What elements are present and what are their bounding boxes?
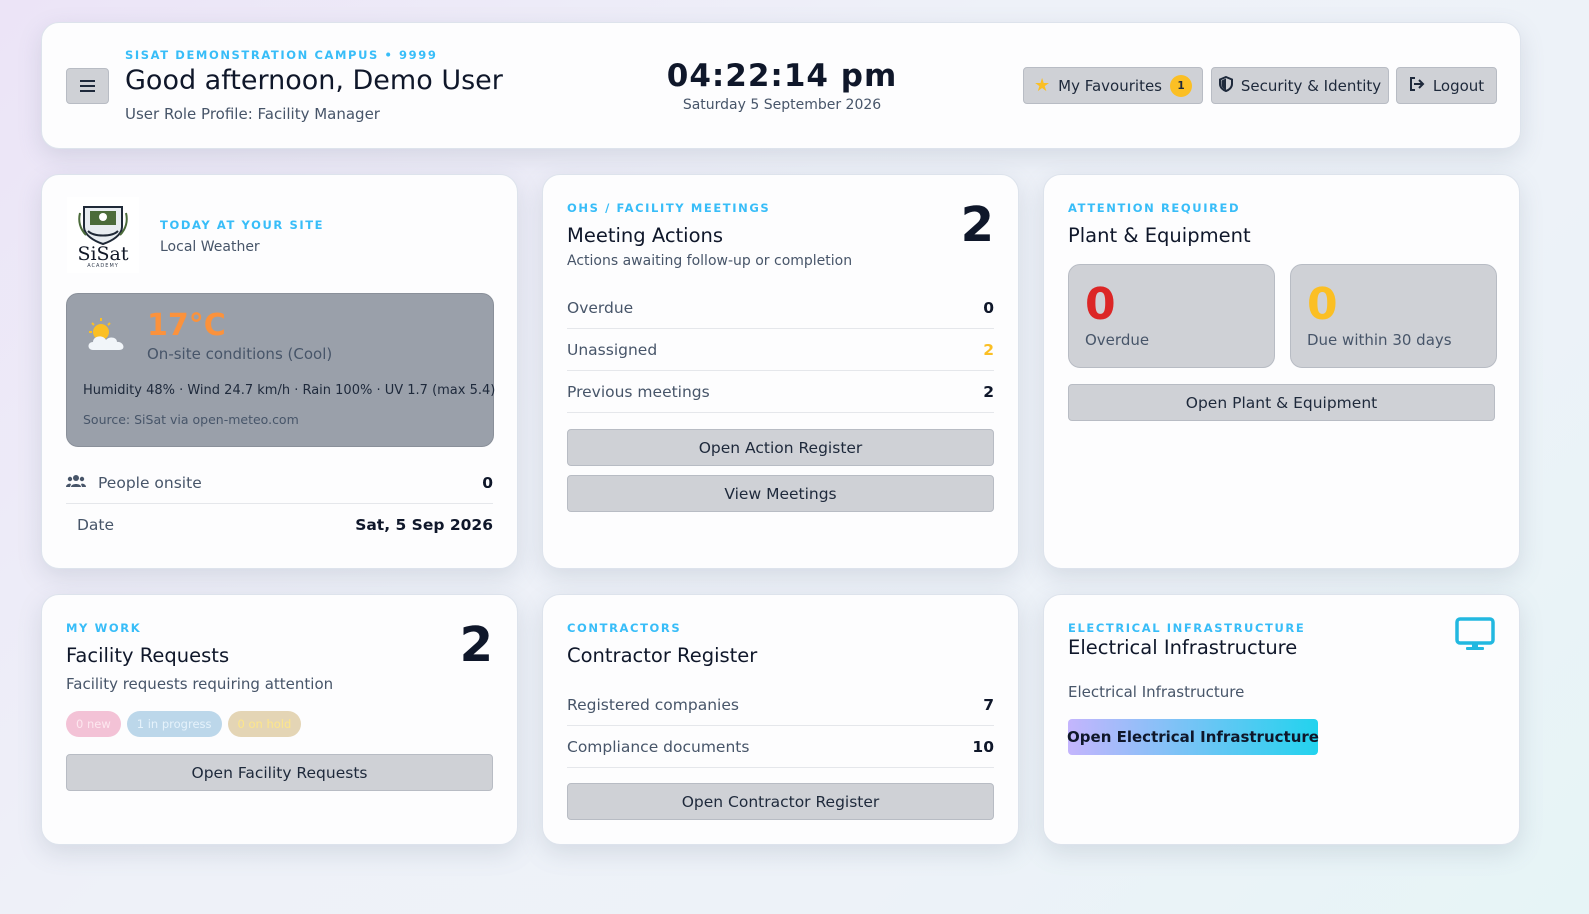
meeting-row-unassigned: Unassigned 2 (567, 329, 994, 371)
logout-icon (1409, 76, 1425, 95)
plant-title: Plant & Equipment (1068, 224, 1251, 247)
security-label: Security & Identity (1240, 76, 1382, 95)
plant-card: ATTENTION REQUIRED Plant & Equipment 0 O… (1043, 174, 1520, 569)
weather-condition: On-site conditions (Cool) (147, 345, 333, 363)
greeting-title: Good afternoon, Demo User (125, 65, 503, 96)
meetings-card: OHS / FACILITY MEETINGS Meeting Actions … (542, 174, 1019, 569)
partly-cloudy-icon (83, 316, 131, 360)
meeting-row-overdue: Overdue 0 (567, 287, 994, 329)
open-facility-requests-button[interactable]: Open Facility Requests (66, 754, 493, 791)
clock-date: Saturday 5 September 2026 (682, 97, 882, 113)
electrical-eyebrow: ELECTRICAL INFRASTRUCTURE (1068, 621, 1306, 635)
meetings-subtitle: Actions awaiting follow-up or completion (567, 253, 853, 269)
plant-eyebrow: ATTENTION REQUIRED (1068, 201, 1241, 215)
requests-card: MY WORK Facility Requests Facility reque… (41, 594, 518, 845)
plant-overdue-label: Overdue (1085, 331, 1150, 349)
people-onsite-label: People onsite (98, 473, 202, 492)
people-onsite-row: People onsite 0 (66, 462, 493, 504)
pill-in-progress[interactable]: 1 in progress (126, 711, 222, 737)
logout-label: Logout (1432, 76, 1485, 95)
contractor-row-companies: Registered companies 7 (567, 684, 994, 726)
weather-details: Humidity 48% · Wind 24.7 km/h · Rain 100… (83, 383, 496, 398)
logo-wordmark: SiSat (77, 243, 129, 265)
contractor-row-documents: Compliance documents 10 (567, 726, 994, 768)
contractors-card: CONTRACTORS Contractor Register Register… (542, 594, 1019, 845)
date-row: Date Sat, 5 Sep 2026 (66, 504, 493, 546)
pill-new[interactable]: 0 new (66, 711, 121, 737)
security-identity-button[interactable]: Security & Identity (1211, 67, 1389, 104)
role-profile: User Role Profile: Facility Manager (125, 105, 380, 123)
date-label: Date (77, 516, 115, 534)
site-card: SiSat ACADEMY TODAY AT YOUR SITE Local W… (41, 174, 518, 569)
plant-overdue-value: 0 (1085, 279, 1116, 330)
open-contractor-register-button[interactable]: Open Contractor Register (567, 783, 994, 820)
sisat-logo: SiSat ACADEMY (67, 197, 139, 273)
shield-icon (1218, 75, 1233, 96)
requests-subtitle: Facility requests requiring attention (66, 675, 334, 693)
favourites-count-badge: 1 (1170, 74, 1192, 97)
logout-button[interactable]: Logout (1396, 67, 1497, 104)
monitor-icon (1455, 617, 1495, 655)
clock-time: 04:22:14 pm (666, 58, 898, 94)
meeting-row-previous: Previous meetings 2 (567, 371, 994, 413)
weather-panel: 17°C On-site conditions (Cool) Humidity … (66, 293, 496, 447)
star-icon: ★ (1034, 75, 1051, 96)
weather-temp: 17°C (147, 308, 226, 343)
contractors-eyebrow: CONTRACTORS (567, 621, 682, 635)
favourites-label: My Favourites (1058, 76, 1162, 95)
electrical-card: ELECTRICAL INFRASTRUCTURE Electrical Inf… (1043, 594, 1520, 845)
requests-eyebrow: MY WORK (66, 621, 142, 635)
status-pills: 0 new 1 in progress 0 on hold (66, 711, 307, 737)
hamburger-icon (80, 80, 95, 92)
electrical-subtitle: Electrical Infrastructure (1068, 683, 1245, 701)
open-plant-equipment-button[interactable]: Open Plant & Equipment (1068, 384, 1495, 421)
open-action-register-button[interactable]: Open Action Register (567, 429, 994, 466)
header-card: SISAT DEMONSTRATION CAMPUS • 9999 Good a… (41, 22, 1521, 149)
meetings-title: Meeting Actions (567, 224, 724, 247)
meetings-count: 2 (960, 197, 994, 253)
users-icon (66, 474, 86, 492)
date-value: Sat, 5 Sep 2026 (355, 516, 493, 534)
site-eyebrow: TODAY AT YOUR SITE (160, 218, 325, 232)
plant-overdue-tile: 0 Overdue (1068, 264, 1275, 368)
requests-count: 2 (459, 617, 493, 673)
favourites-button[interactable]: ★ My Favourites 1 (1023, 67, 1203, 104)
pill-on-hold[interactable]: 0 on hold (227, 711, 302, 737)
weather-source: Source: SiSat via open-meteo.com (83, 412, 299, 427)
electrical-title: Electrical Infrastructure (1068, 636, 1298, 659)
meetings-eyebrow: OHS / FACILITY MEETINGS (567, 201, 771, 215)
menu-button[interactable] (66, 68, 109, 104)
plant-due-label: Due within 30 days (1307, 331, 1452, 349)
site-subtitle: Local Weather (160, 239, 260, 255)
contractors-title: Contractor Register (567, 644, 758, 667)
requests-title: Facility Requests (66, 644, 230, 667)
plant-due-tile: 0 Due within 30 days (1290, 264, 1497, 368)
plant-due-value: 0 (1307, 279, 1338, 330)
people-onsite-value: 0 (482, 473, 493, 492)
campus-label: SISAT DEMONSTRATION CAMPUS • 9999 (125, 48, 438, 62)
view-meetings-button[interactable]: View Meetings (567, 475, 994, 512)
open-electrical-infrastructure-button[interactable]: Open Electrical Infrastructure (1067, 719, 1319, 755)
